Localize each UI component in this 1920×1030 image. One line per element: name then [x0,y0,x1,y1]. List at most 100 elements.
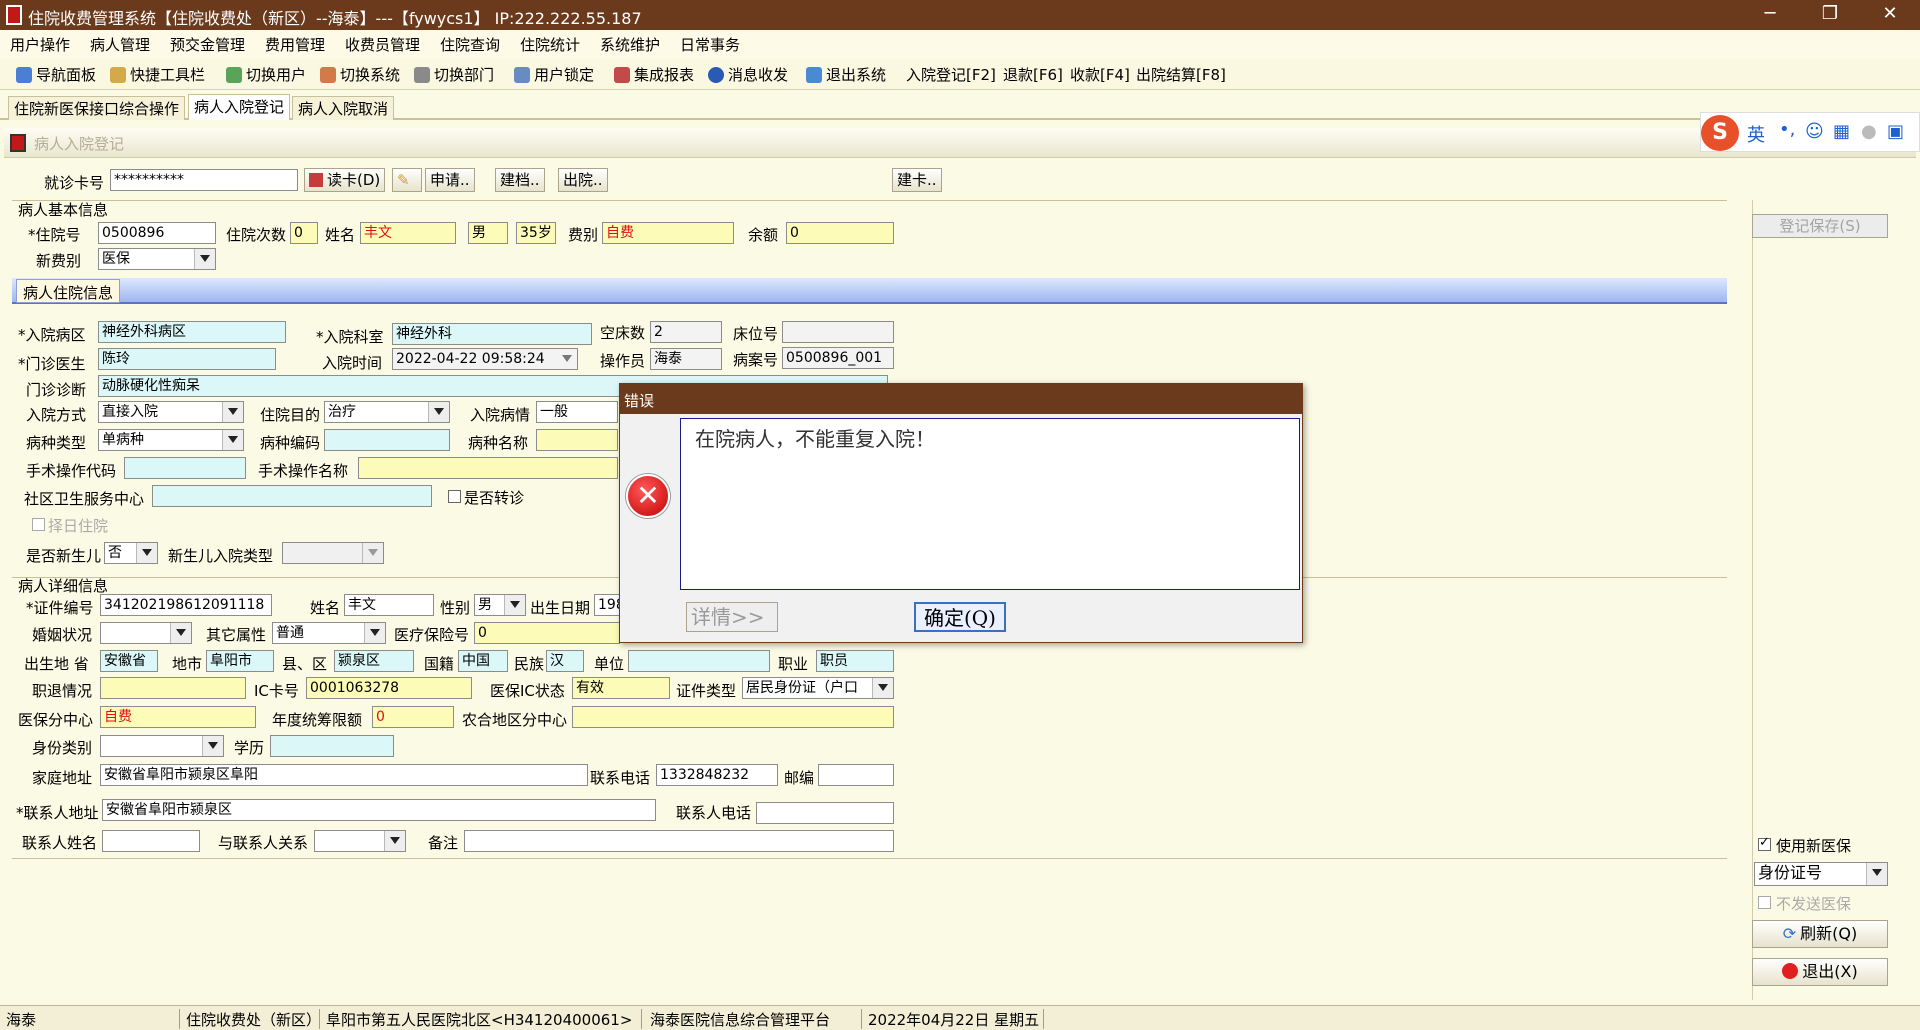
purpose-select[interactable]: 治疗 [324,401,450,423]
tab-insurance-ops[interactable]: 住院新医保接口综合操作 [8,96,186,120]
reports-button[interactable]: 集成报表 [614,64,694,85]
disease-code-field[interactable] [324,429,450,451]
tab-admission[interactable]: 病人入院登记 [188,94,291,120]
switch-system-button[interactable]: 切换系统 [320,64,400,85]
mode-select[interactable]: 直接入院 [98,401,244,423]
id-field[interactable]: 341202198612091118 [100,594,272,616]
clear-button[interactable]: ✎ [392,168,422,192]
phone-field[interactable]: 1332848232 [656,764,778,786]
discharge-settle-button[interactable]: 出院结算[F8] [1136,64,1226,85]
community-field[interactable] [152,485,432,507]
birth-field[interactable]: 198 [594,594,620,616]
ic-status-field[interactable]: 有效 [572,677,670,699]
tab-admission-cancel[interactable]: 病人入院取消 [292,96,395,120]
nav-panel-button[interactable]: 导航面板 [16,64,96,85]
card-input[interactable]: ********** [110,169,298,191]
other-select[interactable]: 普通 [272,622,386,644]
sex-field[interactable]: 男 [468,222,508,244]
center-field[interactable]: 自费 [100,706,256,728]
county-field[interactable]: 颍泉区 [334,650,414,672]
restore-button[interactable]: ❐ [1800,0,1860,30]
identity-select[interactable] [100,735,224,757]
newborn-type-select[interactable] [282,542,384,564]
rural-field[interactable] [572,706,894,728]
refresh-button[interactable]: ⟳ 刷新(Q) [1752,920,1888,948]
emoji-icon[interactable]: ☺ [1805,121,1824,142]
contact-name-field[interactable] [102,830,200,852]
disease-name-field[interactable] [536,429,618,451]
build-card-button[interactable]: 建卡.. [892,168,942,192]
menu-fee[interactable]: 费用管理 [265,34,325,55]
op-code-field[interactable] [124,457,246,479]
dept-field[interactable]: 神经外科 [392,323,592,345]
bed-no-field[interactable] [782,321,894,343]
switch-user-button[interactable]: 切换用户 [226,64,306,85]
lock-user-button[interactable]: 用户锁定 [514,64,594,85]
messages-button[interactable]: 消息收发 [708,64,788,85]
retire-field[interactable] [100,677,246,699]
detail-name-field[interactable]: 丰文 [344,594,434,616]
times-field[interactable]: 0 [290,222,318,244]
op-name-field[interactable] [358,457,618,479]
quick-toolbar-button[interactable]: 快捷工具栏 [110,64,205,85]
disease-type-select[interactable]: 单病种 [98,429,244,451]
exit-system-button[interactable]: 退出系统 [806,64,886,85]
contact-phone-field[interactable] [756,802,894,824]
id-type-select[interactable]: 身份证号 [1754,862,1888,886]
note-field[interactable] [464,830,894,852]
ic-field[interactable]: 0001063278 [306,677,472,699]
cert-type-select[interactable]: 居民身份证（户口 [742,677,894,699]
insurance-field[interactable]: 0 [474,622,620,644]
use-new-ins-checkbox[interactable]: ✓ [1758,835,1771,851]
menu-user-ops[interactable]: 用户操作 [10,34,70,55]
admission-time-field[interactable]: 2022-04-22 09:58:24 [392,348,578,370]
hosp-section-tab[interactable]: 病人住院信息 [16,279,121,303]
condition-select[interactable]: 一般 [536,401,618,423]
menu-maintenance[interactable]: 系统维护 [600,34,660,55]
menu-patient[interactable]: 病人管理 [90,34,150,55]
save-button[interactable]: 登记保存(S) [1752,214,1888,238]
transfer-checkbox[interactable] [448,490,461,503]
province-field[interactable]: 安徽省 [100,650,158,672]
apply-button[interactable]: 申请.. [425,168,475,192]
admission-register-button[interactable]: 入院登记[F2] [906,64,996,85]
create-file-button[interactable]: 建档.. [495,168,545,192]
user-icon[interactable]: ● [1861,121,1877,142]
menu-query[interactable]: 住院查询 [440,34,500,55]
nation-field[interactable]: 中国 [458,650,508,672]
refund-button[interactable]: 退款[F6] [1003,64,1063,85]
switch-dept-button[interactable]: 切换部门 [414,64,494,85]
discharge-button[interactable]: 出院.. [558,168,608,192]
admission-no-field[interactable]: 0500896 [98,222,216,244]
relation-select[interactable] [314,830,406,852]
menu-cashier[interactable]: 收费员管理 [345,34,420,55]
exit-button[interactable]: 退出(X) [1752,958,1888,986]
ward-field[interactable]: 神经外科病区 [98,321,286,343]
doctor-field[interactable]: 陈玲 [98,348,276,370]
menu-deposit[interactable]: 预交金管理 [170,34,245,55]
name-field[interactable]: 丰文 [360,222,456,244]
job-field[interactable]: 职员 [816,650,894,672]
close-button[interactable]: ✕ [1860,0,1920,30]
menu-daily[interactable]: 日常事务 [680,34,740,55]
read-card-button[interactable]: 读卡(D) [304,168,386,192]
balance-field[interactable]: 0 [786,222,894,244]
newborn-select[interactable]: 否 [104,542,158,564]
ok-button[interactable]: 确定(Q) [914,602,1006,632]
edu-field[interactable] [270,735,394,757]
menu-stats[interactable]: 住院统计 [520,34,580,55]
minimize-button[interactable]: ─ [1740,0,1800,30]
annual-field[interactable]: 0 [372,706,454,728]
no-send-checkbox[interactable] [1758,896,1771,909]
age-field[interactable]: 35岁 [516,222,556,244]
select-day-checkbox[interactable] [32,518,45,531]
ethnic-field[interactable]: 汉 [546,650,584,672]
address-field[interactable]: 安徽省阜阳市颍泉区阜阳 [100,764,588,786]
punctuation-icon[interactable]: •, [1779,119,1795,140]
detail-sex-select[interactable]: 男 [474,594,526,616]
zip-field[interactable] [818,764,894,786]
new-fee-type-select[interactable]: 医保 [98,248,216,270]
city-field[interactable]: 阜阳市 [206,650,274,672]
collect-button[interactable]: 收款[F4] [1070,64,1130,85]
contact-addr-field[interactable]: 安徽省阜阳市颍泉区 [102,799,656,821]
